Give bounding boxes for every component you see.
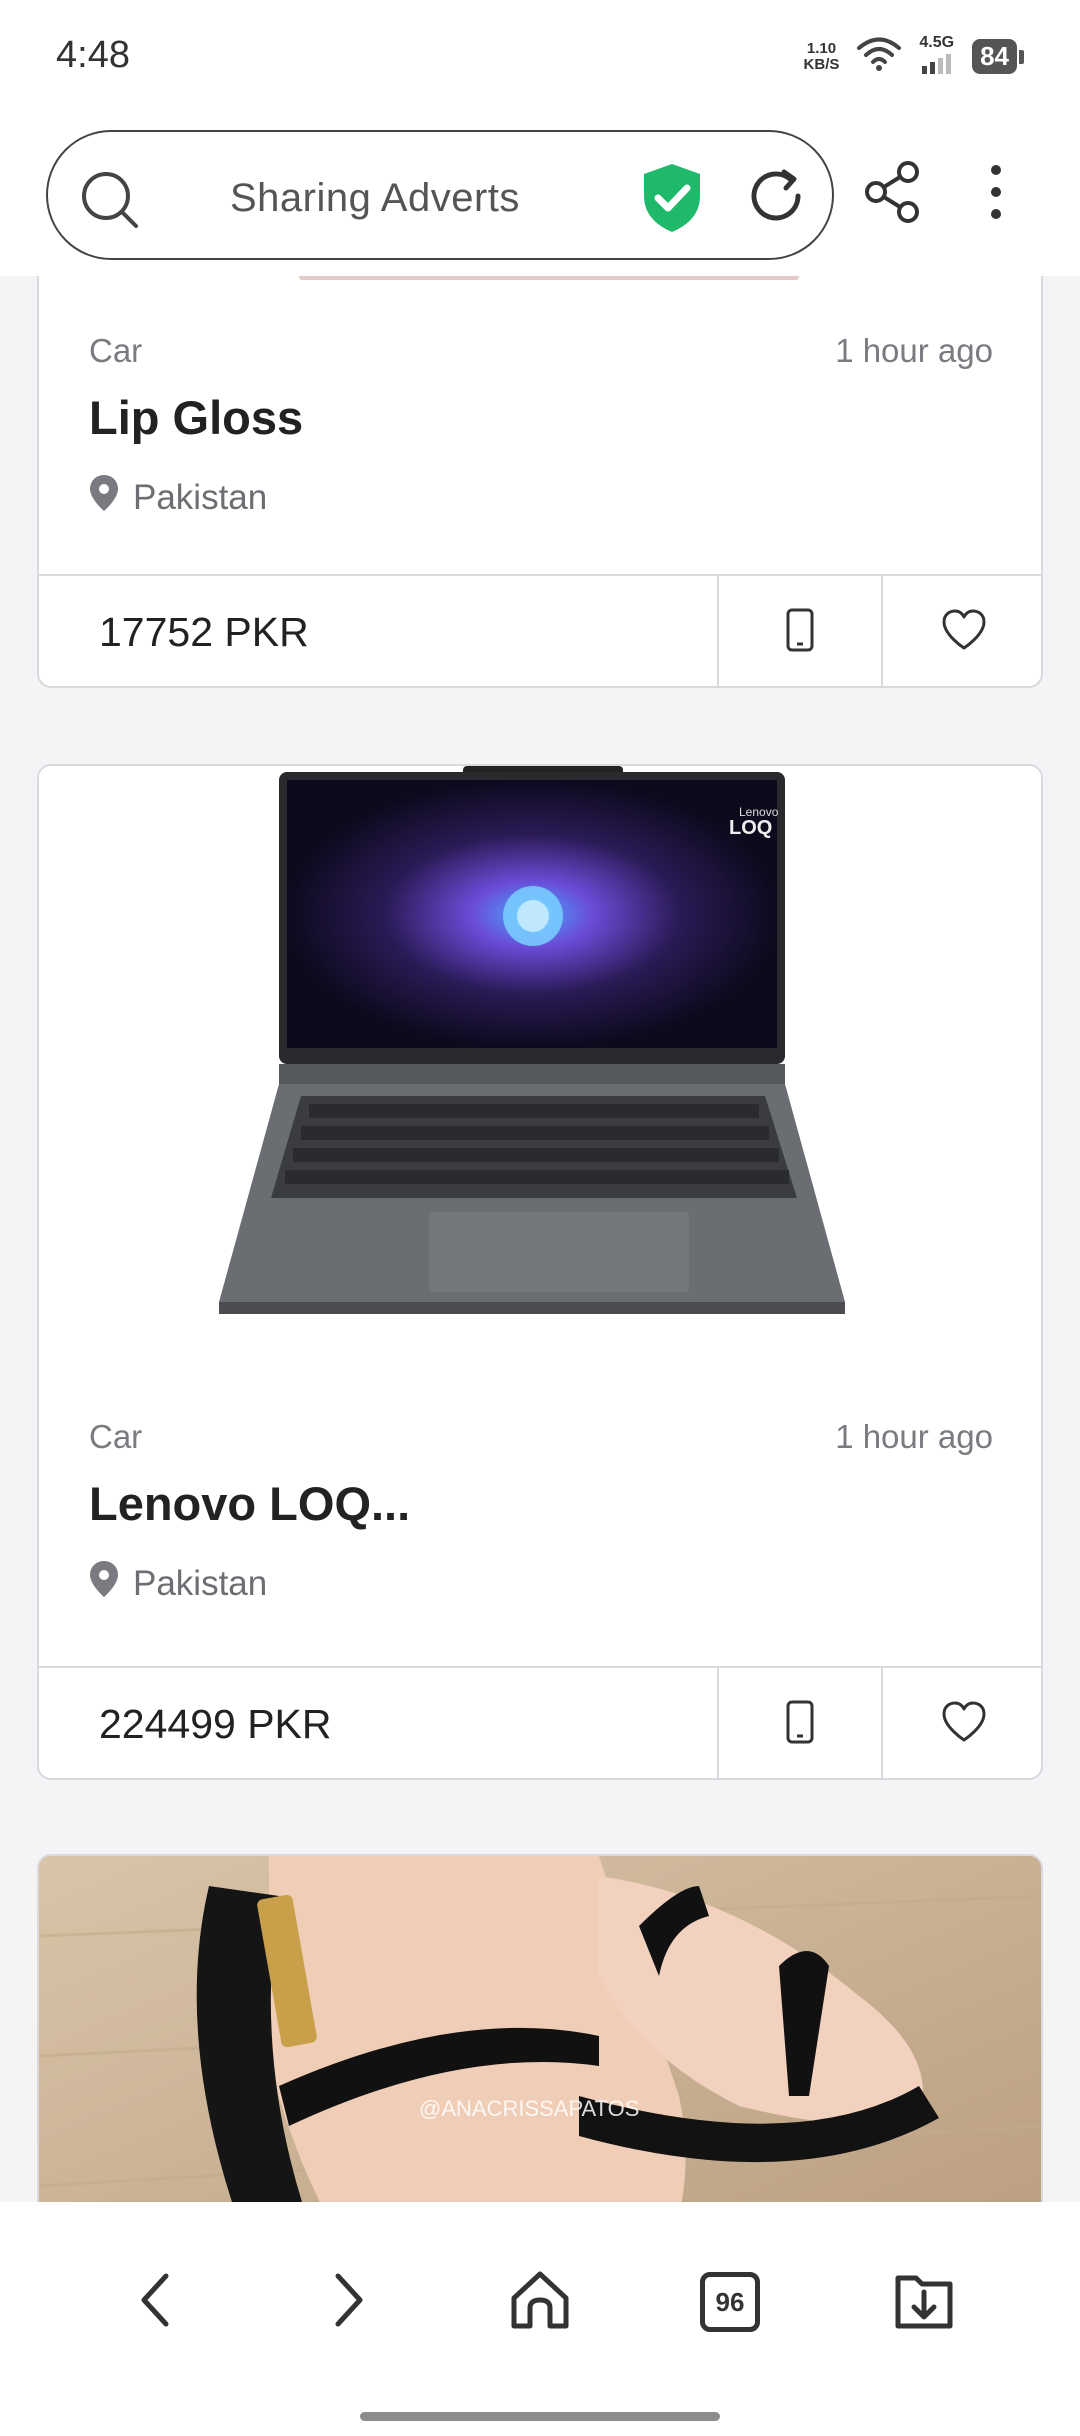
back-icon: [136, 2272, 176, 2333]
listing-actions: 17752 PKR: [39, 574, 1041, 686]
location-pin-icon: [89, 474, 119, 521]
call-button[interactable]: [717, 1668, 881, 1778]
more-vertical-icon[interactable]: [976, 160, 1016, 229]
favorite-button[interactable]: [881, 1668, 1041, 1778]
browser-bottom-nav: 96: [0, 2202, 1080, 2436]
listing-category: Car: [89, 332, 143, 369]
status-icons: 1.10 KB/S 4.5G 84: [804, 34, 1024, 79]
tabs-count: 96: [715, 2286, 745, 2317]
tabs-button[interactable]: 96: [690, 2262, 770, 2342]
downloads-button[interactable]: [884, 2262, 964, 2342]
browser-toolbar: Sharing Adverts: [0, 120, 1080, 276]
search-icon[interactable]: [80, 170, 140, 235]
reload-icon[interactable]: [744, 164, 808, 233]
listing-time: 1 hour ago: [835, 332, 993, 369]
shield-check-icon[interactable]: [640, 162, 704, 239]
listing-card[interactable]: Car 1 hour ago Lip Gloss Pakistan 17752 …: [37, 276, 1043, 688]
cellular-signal: 4.5G: [919, 34, 954, 79]
status-time: 4:48: [56, 34, 130, 76]
network-speed: 1.10 KB/S: [803, 39, 840, 73]
loq-logo-label: LOQ: [729, 817, 772, 839]
back-button[interactable]: [116, 2262, 196, 2342]
listing-image-edge: [299, 276, 799, 280]
url-text[interactable]: Sharing Adverts: [230, 176, 520, 221]
phone-icon: [785, 608, 815, 657]
heart-icon: [941, 1701, 987, 1748]
listing-actions: 224499 PKR: [39, 1666, 1041, 1778]
home-icon: [508, 2268, 572, 2337]
wifi-icon: [857, 37, 902, 76]
call-button[interactable]: [717, 576, 881, 686]
listing-card[interactable]: Lenovo LOQ Car 1 hour ago Lenovo LOQ...: [37, 764, 1043, 1780]
listings-feed[interactable]: Car 1 hour ago Lip Gloss Pakistan 17752 …: [0, 276, 1080, 2202]
listing-title[interactable]: Lip Gloss: [89, 390, 303, 445]
listing-price: 224499 PKR: [99, 1700, 332, 1747]
listing-location: Pakistan: [89, 1560, 267, 1607]
favorite-button[interactable]: [881, 576, 1041, 686]
heart-icon: [941, 609, 987, 656]
forward-button[interactable]: [308, 2262, 388, 2342]
share-icon[interactable]: [862, 160, 922, 229]
location-pin-icon: [89, 1560, 119, 1607]
listing-time: 1 hour ago: [835, 1418, 993, 1455]
tabs-icon: 96: [700, 2272, 760, 2332]
battery-icon: 84: [972, 39, 1024, 74]
listing-price: 17752 PKR: [99, 608, 309, 655]
home-indicator[interactable]: [360, 2412, 720, 2421]
listing-card[interactable]: @ANACRISSAPATOS: [37, 1854, 1043, 2202]
listing-image[interactable]: @ANACRISSAPATOS: [39, 1856, 1041, 2202]
signal-icon: [920, 52, 954, 79]
phone-icon: [785, 1700, 815, 1749]
downloads-icon: [892, 2268, 956, 2337]
address-bar[interactable]: Sharing Adverts: [46, 130, 834, 260]
forward-icon: [328, 2272, 368, 2333]
listing-title[interactable]: Lenovo LOQ...: [89, 1476, 410, 1531]
listing-category: Car: [89, 1418, 143, 1455]
home-button[interactable]: [500, 2262, 580, 2342]
listing-image[interactable]: Lenovo LOQ: [39, 766, 1041, 1346]
listing-location: Pakistan: [89, 474, 267, 521]
status-bar: 4:48 1.10 KB/S 4.5G 84: [0, 0, 1080, 120]
image-watermark: @ANACRISSAPATOS: [419, 2096, 639, 2121]
